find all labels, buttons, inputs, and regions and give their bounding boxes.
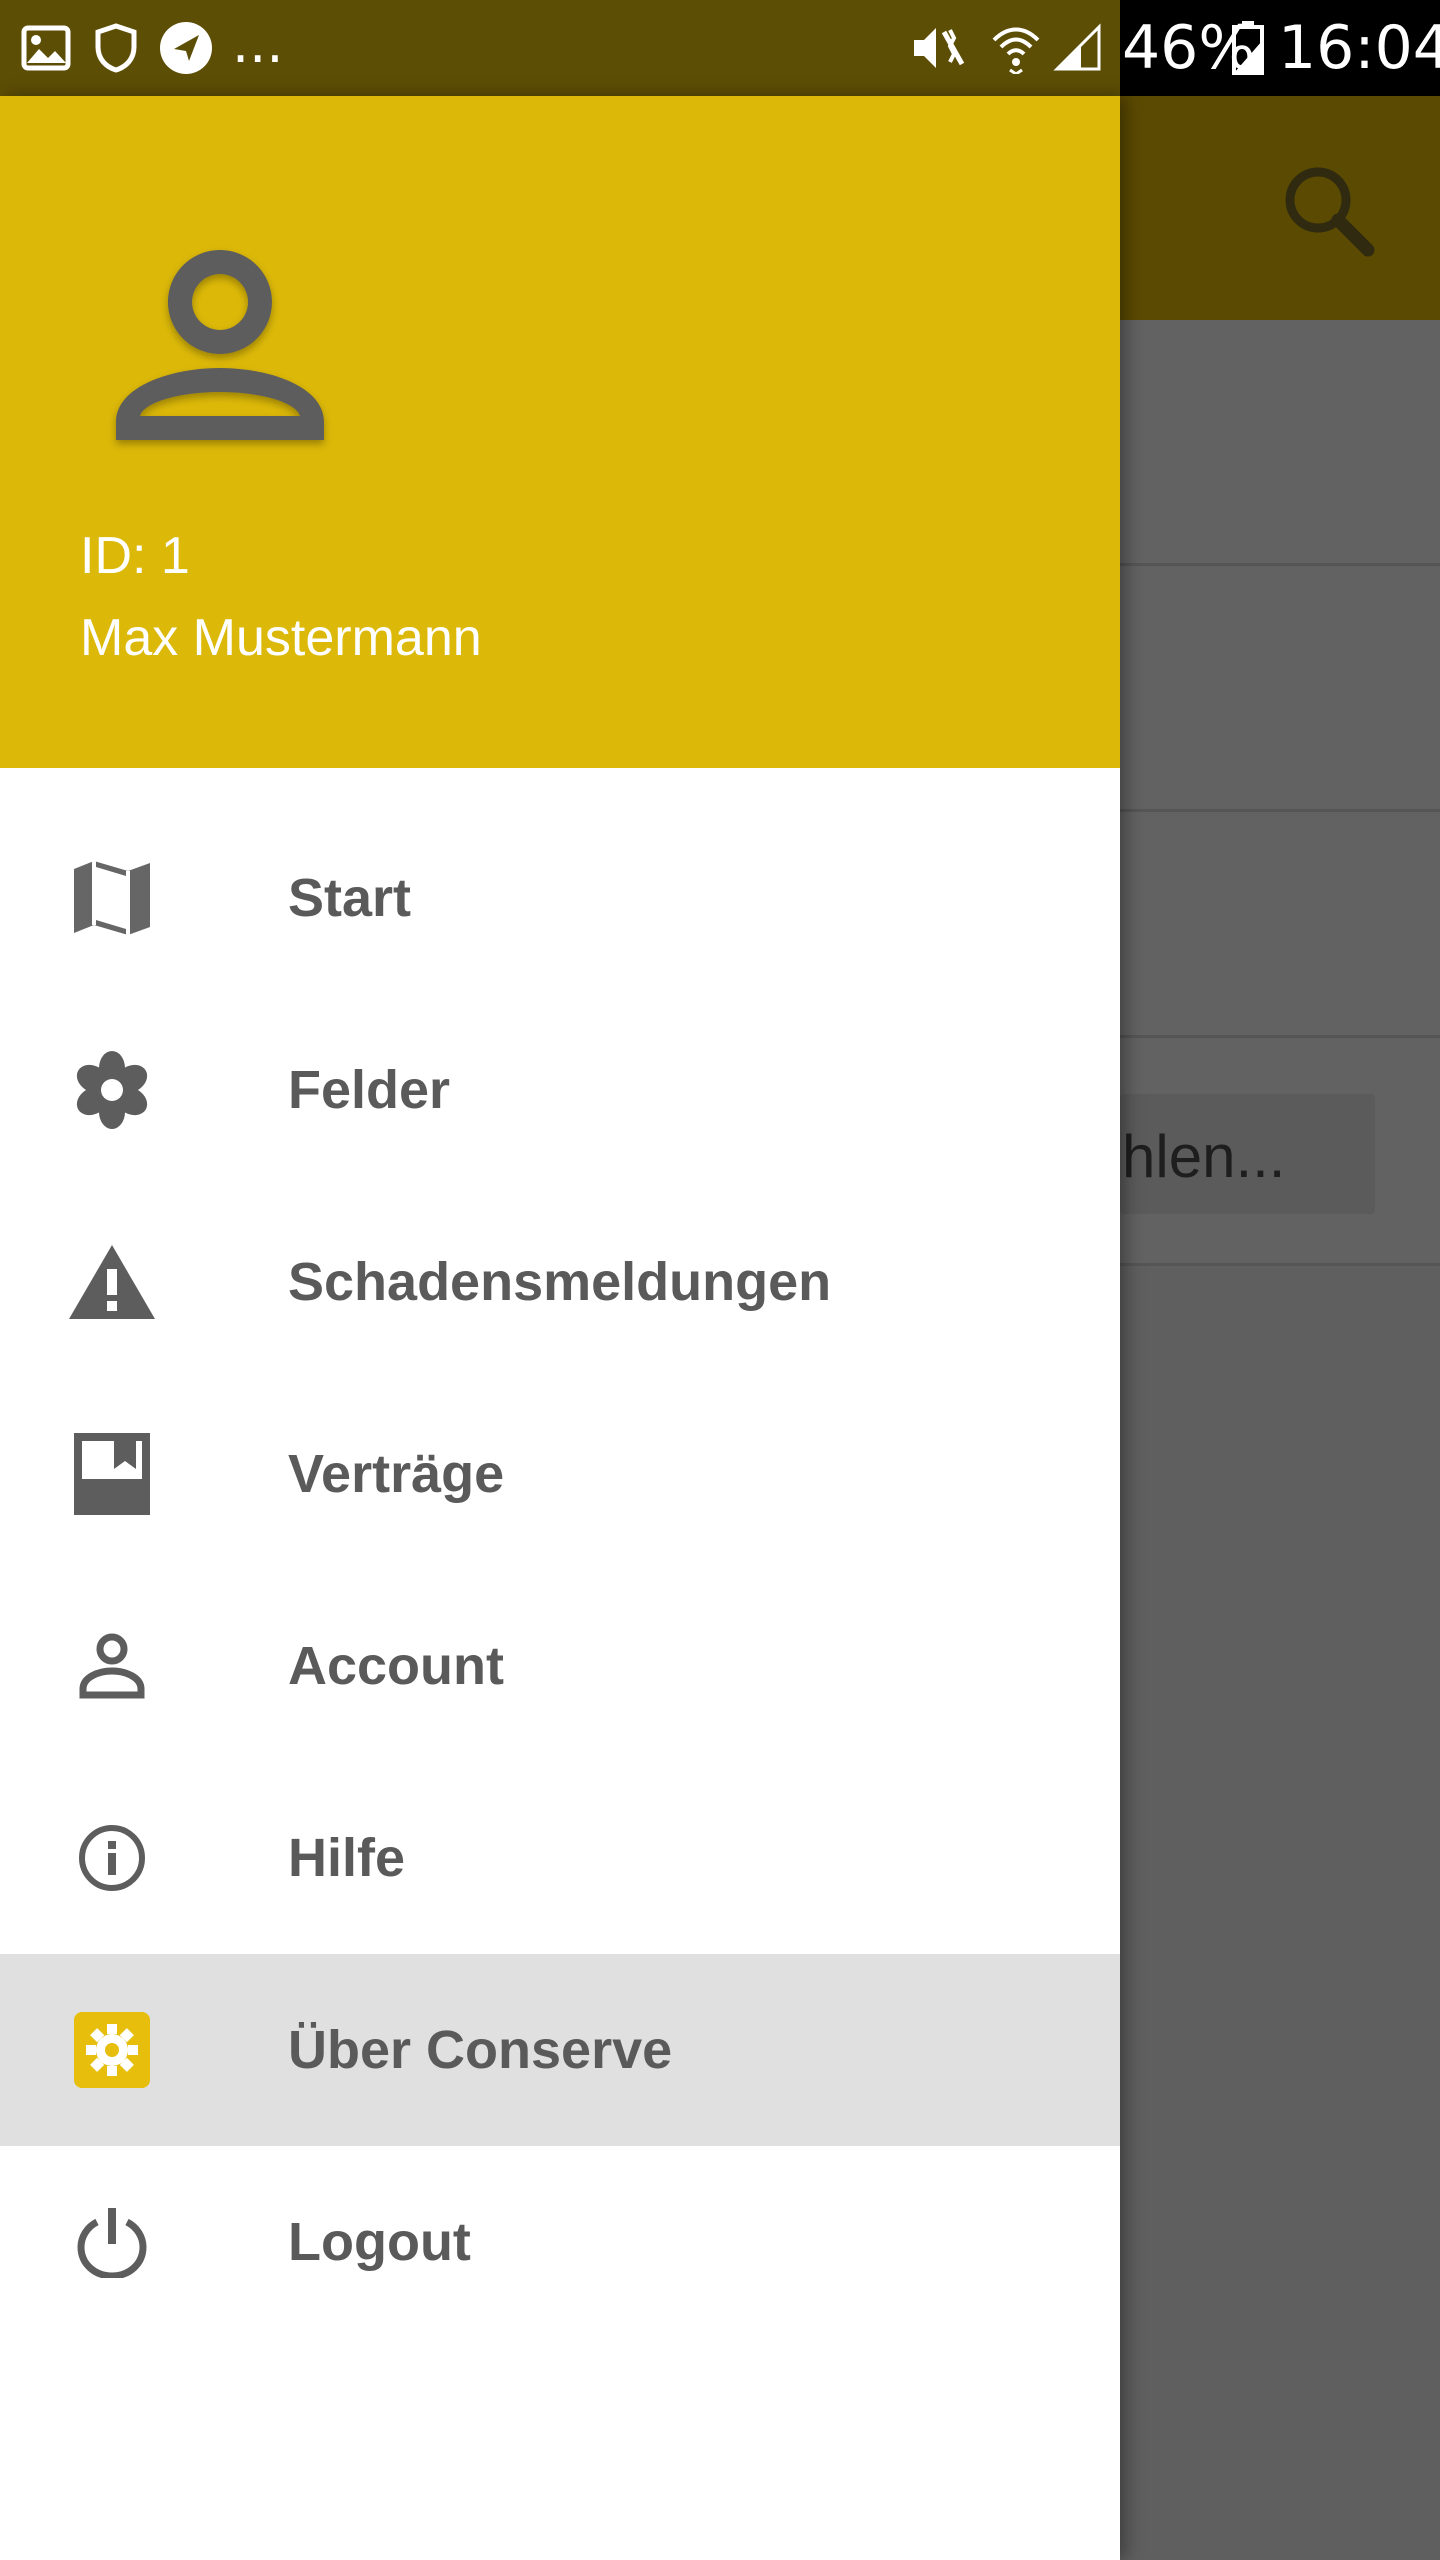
menu-item-felder[interactable]: Felder	[0, 994, 1120, 1186]
user-id: ID: 1	[80, 527, 190, 585]
drawer-header: ID: 1 Max Mustermann	[0, 96, 1120, 768]
settings-icon	[62, 2000, 162, 2100]
menu-label: Hilfe	[288, 1828, 406, 1888]
battery-icon	[1228, 20, 1268, 76]
menu-label: Account	[288, 1636, 504, 1696]
menu-label: Verträge	[288, 1444, 505, 1504]
signal-icon	[1050, 20, 1106, 76]
navigation-icon	[158, 20, 214, 76]
menu-label: Über Conserve	[288, 2020, 673, 2080]
navigation-drawer: ID: 1 Max Mustermann Start Felder Schade…	[0, 96, 1120, 2560]
book-icon	[62, 1424, 162, 1524]
wifi-icon	[988, 20, 1044, 76]
info-icon	[62, 1808, 162, 1908]
menu-item-ueber-conserve[interactable]: Über Conserve	[0, 1954, 1120, 2146]
background-select-text: hlen...	[1122, 1123, 1286, 1190]
status-bar: ... 46% 16:04	[0, 0, 1440, 96]
background-row	[1120, 320, 1440, 566]
menu-label: Logout	[288, 2212, 471, 2272]
shield-icon	[88, 20, 144, 76]
menu-item-logout[interactable]: Logout	[0, 2146, 1120, 2338]
more-notifications: ...	[232, 12, 284, 75]
user-name: Max Mustermann	[80, 609, 482, 667]
menu-label: Felder	[288, 1060, 451, 1120]
menu-item-vertraege[interactable]: Verträge	[0, 1378, 1120, 1570]
menu-label: Start	[288, 868, 412, 928]
background-row	[1120, 566, 1440, 812]
image-icon	[18, 20, 74, 76]
menu-item-start[interactable]: Start	[0, 802, 1120, 994]
avatar-icon	[100, 226, 340, 466]
person-icon	[62, 1616, 162, 1716]
menu-item-schadensmeldungen[interactable]: Schadensmeldungen	[0, 1186, 1120, 1378]
map-icon	[62, 848, 162, 948]
flower-icon	[62, 1040, 162, 1140]
warning-icon	[62, 1232, 162, 1332]
background-row	[1120, 812, 1440, 1038]
search-icon[interactable]	[1278, 160, 1378, 260]
power-icon	[62, 2192, 162, 2292]
menu-item-hilfe[interactable]: Hilfe	[0, 1762, 1120, 1954]
menu-item-account[interactable]: Account	[0, 1570, 1120, 1762]
menu-label: Schadensmeldungen	[288, 1252, 832, 1312]
clock: 16:04	[1278, 13, 1440, 83]
mute-icon	[910, 20, 966, 76]
